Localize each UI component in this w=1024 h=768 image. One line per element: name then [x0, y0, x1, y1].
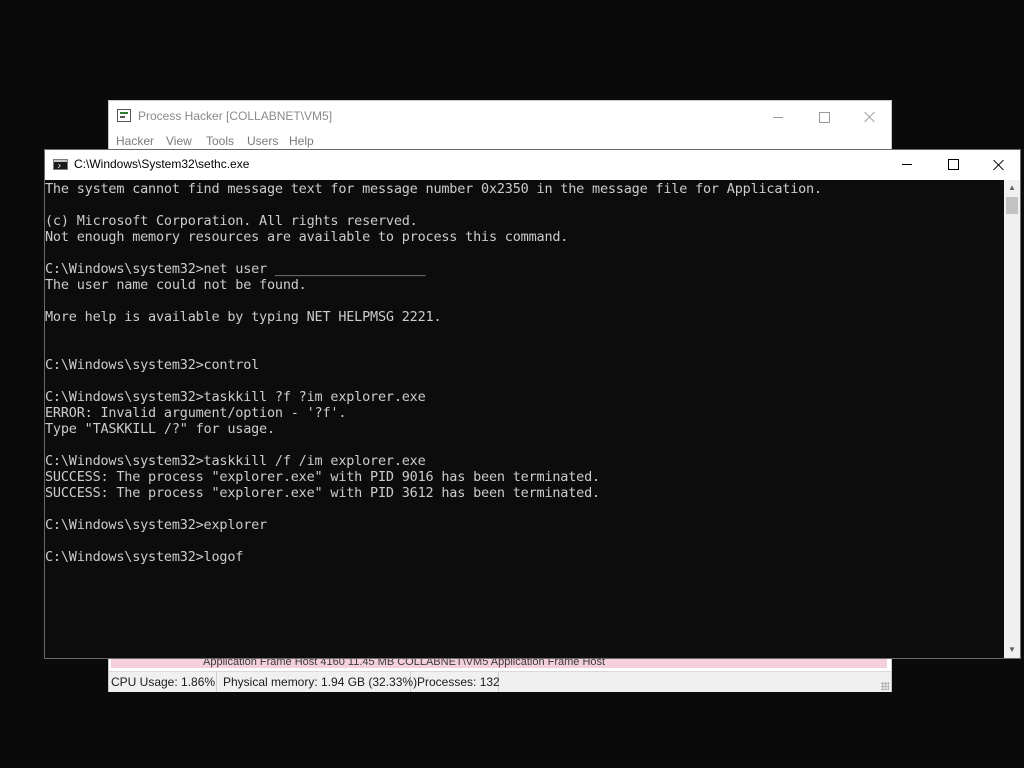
cmd-title: C:\Windows\System32\sethc.exe: [74, 157, 250, 171]
console-line: Not enough memory resources are availabl…: [45, 229, 569, 245]
console-line: The user name could not be found.: [45, 277, 307, 293]
maximize-icon: [947, 159, 959, 171]
ph-maximize-button[interactable]: [801, 101, 847, 131]
console-output[interactable]: The system cannot find message text for …: [45, 180, 1004, 658]
process-hacker-app-icon: [117, 109, 131, 122]
processes-count-status: Processes: 132: [415, 672, 500, 692]
console-line: C:\Windows\system32>net user ___________…: [45, 261, 426, 277]
console-line: C:\Windows\system32>explorer: [45, 517, 267, 533]
menu-help[interactable]: Help: [289, 134, 314, 148]
cmd-window[interactable]: C:\Windows\System32\sethc.exe The system…: [44, 149, 1021, 659]
console-line: C:\Windows\system32>logof: [45, 549, 244, 565]
process-row-text: Application Frame Host 4160 11.45 MB COL…: [203, 658, 606, 668]
cmd-minimize-button[interactable]: [884, 150, 930, 180]
minimize-icon: [773, 116, 783, 118]
console-line: C:\Windows\system32>control: [45, 357, 260, 373]
ph-close-button[interactable]: [847, 101, 893, 131]
menu-users[interactable]: Users: [247, 134, 278, 148]
cmd-close-button[interactable]: [976, 150, 1022, 180]
cpu-usage-status: CPU Usage: 1.86%: [109, 672, 217, 692]
scrollbar-thumb[interactable]: [1006, 197, 1018, 214]
cmd-maximize-button[interactable]: [930, 150, 976, 180]
menu-view[interactable]: View: [166, 134, 192, 148]
cmd-vertical-scrollbar[interactable]: ▲ ▼: [1004, 180, 1020, 658]
console-line: (c) Microsoft Corporation. All rights re…: [45, 213, 418, 229]
menu-hacker[interactable]: Hacker: [116, 134, 154, 148]
console-app-icon: [53, 159, 68, 170]
desktop: Process Hacker [COLLABNET\VM5] Hacker Vi…: [0, 0, 1024, 768]
physical-memory-status: Physical memory: 1.94 GB (32.33%): [221, 672, 417, 692]
console-line: More help is available by typing NET HEL…: [45, 309, 442, 325]
process-hacker-titlebar[interactable]: Process Hacker [COLLABNET\VM5]: [109, 101, 891, 131]
maximize-icon: [818, 111, 830, 123]
scroll-down-arrow-icon[interactable]: ▼: [1004, 642, 1020, 658]
close-icon: [993, 159, 1005, 171]
console-line: Type "TASKKILL /?" for usage.: [45, 421, 275, 437]
process-hacker-menubar: Hacker View Tools Users Help: [109, 131, 891, 151]
process-hacker-title: Process Hacker [COLLABNET\VM5]: [138, 109, 333, 123]
resize-grip-icon[interactable]: [881, 682, 889, 690]
console-line: SUCCESS: The process "explorer.exe" with…: [45, 485, 600, 501]
minimize-icon: [902, 164, 912, 166]
console-line: SUCCESS: The process "explorer.exe" with…: [45, 469, 600, 485]
close-icon: [864, 111, 876, 123]
ph-minimize-button[interactable]: [755, 101, 801, 131]
console-line: The system cannot find message text for …: [45, 181, 822, 197]
process-list-row[interactable]: Application Frame Host 4160 11.45 MB COL…: [111, 658, 887, 668]
process-hacker-statusbar: CPU Usage: 1.86% Physical memory: 1.94 G…: [109, 671, 891, 692]
menu-tools[interactable]: Tools: [206, 134, 234, 148]
console-line: ERROR: Invalid argument/option - '?f'.: [45, 405, 347, 421]
console-line: C:\Windows\system32>taskkill ?f ?im expl…: [45, 389, 426, 405]
console-line: C:\Windows\system32>taskkill /f /im expl…: [45, 453, 426, 469]
scroll-up-arrow-icon[interactable]: ▲: [1004, 180, 1020, 196]
cmd-titlebar[interactable]: C:\Windows\System32\sethc.exe: [45, 150, 1020, 180]
